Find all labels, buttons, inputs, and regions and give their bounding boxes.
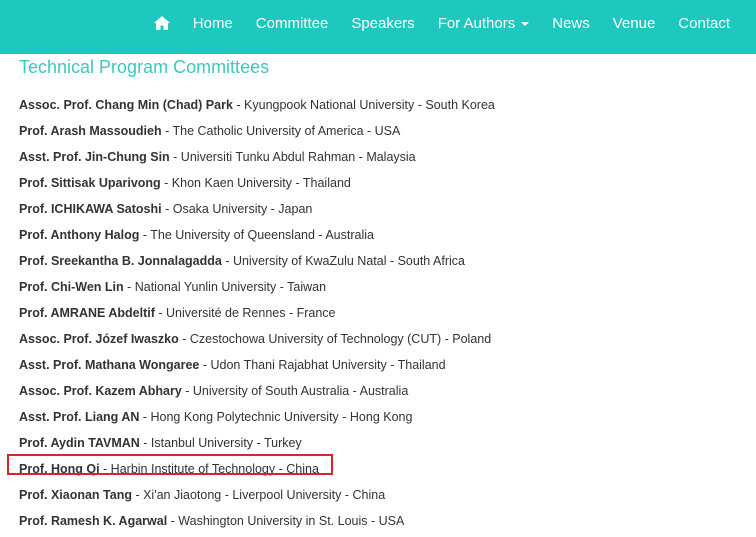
member-name: Prof. Anthony Halog (19, 228, 140, 242)
main-nav: Home Committee Speakers For Authors News… (142, 0, 756, 46)
nav-contact[interactable]: Contact (667, 15, 756, 32)
member-affiliation: - The Catholic University of America - U… (161, 124, 401, 138)
nav-home-label: Home (192, 14, 233, 32)
member-affiliation: - University of South Australia - Austra… (181, 384, 409, 398)
committee-member: Asst. Prof. Jin-Chung Sin - Universiti T… (19, 147, 495, 173)
member-affiliation: - Hong Kong Polytechnic University - Hon… (139, 410, 413, 424)
committee-member: Prof. Ramesh K. Agarwal - Washington Uni… (19, 511, 495, 537)
nav-committee-label: Committee (255, 14, 329, 32)
navbar: Home Committee Speakers For Authors News… (0, 0, 756, 54)
member-name: Assoc. Prof. Józef Iwaszko (19, 332, 179, 346)
member-name: Prof. Sreekantha B. Jonnalagadda (19, 254, 222, 268)
member-affiliation: - Khon Kaen University - Thailand (160, 176, 351, 190)
committee-member: Prof. AMRANE Abdeltif - Université de Re… (19, 303, 495, 329)
nav-for-authors-dropdown[interactable]: For Authors (426, 15, 541, 32)
nav-speakers[interactable]: Speakers (340, 15, 426, 32)
committee-member: Asst. Prof. Mathana Wongaree - Udon Than… (19, 355, 495, 381)
caret-down-icon (521, 22, 530, 26)
nav-contact-label: Contact (678, 14, 730, 32)
nav-home[interactable]: Home (181, 15, 244, 32)
member-name: Prof. Hong Qi (19, 462, 100, 476)
member-name: Asst. Prof. Jin-Chung Sin (19, 150, 170, 164)
member-name: Prof. Aydin TAVMAN (19, 436, 140, 450)
committee-member: Assoc. Prof. Kazem Abhary - University o… (19, 381, 495, 407)
committee-member: Assoc. Prof. Józef Iwaszko - Czestochowa… (19, 329, 495, 355)
nav-home-icon-link[interactable] (142, 16, 181, 30)
member-affiliation: - Kyungpook National University - South … (232, 98, 495, 112)
nav-venue-label: Venue (612, 14, 656, 32)
committee-member-highlighted: Prof. Hong Qi - Harbin Institute of Tech… (19, 459, 495, 485)
member-affiliation: - Osaka University - Japan (161, 202, 313, 216)
committee-member: Prof. Anthony Halog - The University of … (19, 225, 495, 251)
committee-member: Prof. Sittisak Uparivong - Khon Kaen Uni… (19, 173, 495, 199)
member-name: Asst. Prof. Mathana Wongaree (19, 358, 200, 372)
committee-member: Prof. Chi-Wen Lin - National Yunlin Univ… (19, 277, 495, 303)
member-affiliation: - The University of Queensland - Austral… (139, 228, 374, 242)
member-affiliation: - Istanbul University - Turkey (139, 436, 302, 450)
nav-news[interactable]: News (541, 15, 602, 32)
member-name: Assoc. Prof. Chang Min (Chad) Park (19, 98, 233, 112)
committee-member: Asst. Prof. Liang AN - Hong Kong Polytec… (19, 407, 495, 433)
member-name: Prof. Xiaonan Tang (19, 488, 132, 502)
member-affiliation: - Université de Rennes - France (154, 306, 336, 320)
nav-news-label: News (552, 14, 590, 32)
page-title: Technical Program Committees (19, 57, 270, 77)
committee-member-list: Assoc. Prof. Chang Min (Chad) Park - Kyu… (19, 95, 495, 537)
member-affiliation: - Universiti Tunku Abdul Rahman - Malays… (169, 150, 416, 164)
member-name: Prof. AMRANE Abdeltif (19, 306, 155, 320)
member-affiliation: - Washington University in St. Louis - U… (167, 514, 405, 528)
member-affiliation: - Xi'an Jiaotong - Liverpool University … (131, 488, 386, 502)
member-affiliation: - Udon Thani Rajabhat University - Thail… (199, 358, 446, 372)
committee-member: Prof. Aydin TAVMAN - Istanbul University… (19, 433, 495, 459)
member-name: Prof. Chi-Wen Lin (19, 280, 124, 294)
member-affiliation: - Harbin Institute of Technology - China (99, 462, 319, 476)
nav-for-authors-label: For Authors (437, 14, 516, 32)
member-name: Prof. Arash Massoudieh (19, 124, 162, 138)
member-name: Asst. Prof. Liang AN (19, 410, 140, 424)
member-name: Prof. Ramesh K. Agarwal (19, 514, 168, 528)
member-name: Prof. Sittisak Uparivong (19, 176, 161, 190)
nav-committee[interactable]: Committee (244, 15, 340, 32)
member-affiliation: - University of KwaZulu Natal - South Af… (221, 254, 465, 268)
nav-venue[interactable]: Venue (601, 15, 667, 32)
member-affiliation: - National Yunlin University - Taiwan (123, 280, 327, 294)
home-icon (153, 16, 170, 30)
committee-member: Prof. Sreekantha B. Jonnalagadda - Unive… (19, 251, 495, 277)
committee-member: Prof. ICHIKAWA Satoshi - Osaka Universit… (19, 199, 495, 225)
member-name: Prof. ICHIKAWA Satoshi (19, 202, 162, 216)
member-affiliation: - Czestochowa University of Technology (… (178, 332, 492, 346)
committee-member: Assoc. Prof. Chang Min (Chad) Park - Kyu… (19, 95, 495, 121)
committee-member: Prof. Arash Massoudieh - The Catholic Un… (19, 121, 495, 147)
nav-speakers-label: Speakers (351, 14, 415, 32)
member-name: Assoc. Prof. Kazem Abhary (19, 384, 182, 398)
committee-member: Prof. Xiaonan Tang - Xi'an Jiaotong - Li… (19, 485, 495, 511)
